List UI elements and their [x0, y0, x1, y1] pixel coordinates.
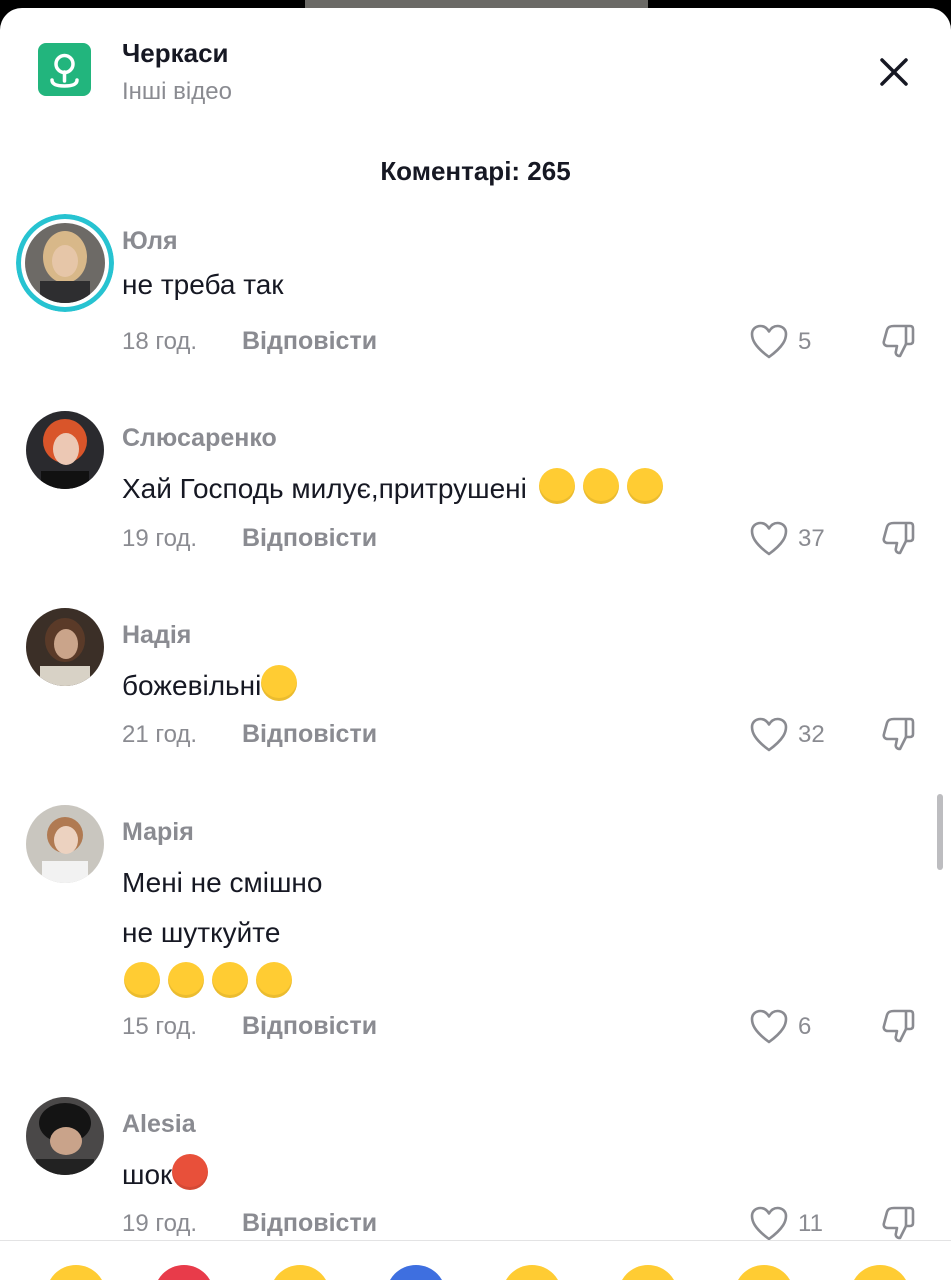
reply-button[interactable]: Відповісти — [242, 720, 377, 749]
thumbs-down-icon[interactable] — [880, 1007, 918, 1045]
emoji-button[interactable] — [502, 1265, 562, 1280]
avatar[interactable] — [26, 805, 104, 883]
flushed-face-emoji — [582, 468, 619, 504]
thumbs-down-icon[interactable] — [880, 519, 918, 557]
flushed-face-emoji — [538, 468, 575, 504]
location-header[interactable]: Черкаси Інші відео — [0, 8, 951, 128]
like-count: 37 — [798, 525, 825, 552]
scrollbar[interactable] — [937, 794, 943, 870]
like-count: 5 — [798, 328, 812, 355]
thumbs-down-icon[interactable] — [880, 715, 918, 753]
like-count: 11 — [798, 1210, 823, 1237]
comment-time: 15 год. — [122, 1013, 198, 1040]
crying-face-emoji — [212, 962, 248, 998]
emoji-button[interactable] — [734, 1265, 794, 1280]
heart-icon[interactable] — [750, 1009, 788, 1045]
comment-text: не треба так — [122, 269, 284, 300]
reply-button[interactable]: Відповісти — [242, 327, 377, 356]
reply-button[interactable]: Відповісти — [242, 1012, 377, 1041]
location-subtitle[interactable]: Інші відео — [122, 78, 232, 106]
comment-username[interactable]: Марія — [122, 818, 194, 847]
comment-username[interactable]: Надія — [122, 621, 191, 650]
quick-emoji-bar — [0, 1240, 951, 1280]
like-count: 6 — [798, 1013, 812, 1040]
smirking-face-emoji — [261, 665, 298, 701]
comment-text: божевільні — [122, 661, 298, 711]
crying-face-emoji — [168, 962, 204, 998]
heart-icon[interactable] — [750, 521, 788, 557]
comment-time: 21 год. — [122, 721, 198, 748]
comment-time: 19 год. — [122, 1210, 198, 1237]
red-heart-emoji[interactable] — [154, 1265, 214, 1280]
comment-text: Мені не смішно не шуткуйте — [122, 858, 322, 1008]
reply-button[interactable]: Відповісти — [242, 524, 377, 553]
comment-text-line: Мені не смішно — [122, 867, 323, 898]
comments-count-title: Коментарі: 265 — [380, 156, 571, 186]
flushed-face-emoji — [626, 468, 663, 504]
thumbs-down-icon[interactable] — [880, 322, 918, 360]
comment-text-line: не шуткуйте — [122, 917, 281, 948]
emoji-button[interactable] — [270, 1265, 330, 1280]
comment-text: Хай Господь милує,притрушені — [122, 464, 663, 514]
comments-sheet: Черкаси Інші відео Коментарі: 265 Юля не — [0, 8, 951, 1280]
location-pin-icon — [38, 43, 91, 96]
comment-time: 19 год. — [122, 525, 198, 552]
comment-username[interactable]: Слюсаренко — [122, 424, 277, 453]
angry-face-emoji — [172, 1154, 209, 1190]
comment-username[interactable]: Alesia — [122, 1110, 196, 1139]
emoji-button[interactable] — [618, 1265, 678, 1280]
location-title[interactable]: Черкаси — [122, 38, 229, 69]
thumbs-down-icon[interactable] — [880, 1204, 918, 1242]
crying-face-emoji — [124, 962, 160, 998]
smiling-hearts-emoji[interactable] — [46, 1265, 106, 1280]
like-count: 32 — [798, 721, 825, 748]
emoji-button[interactable] — [386, 1265, 446, 1280]
comment-username[interactable]: Юля — [122, 227, 178, 256]
comment-time: 18 год. — [122, 328, 198, 355]
comment-text: шок — [122, 1150, 209, 1200]
avatar[interactable] — [26, 608, 104, 686]
reply-button[interactable]: Відповісти — [242, 1209, 377, 1238]
avatar[interactable] — [26, 411, 104, 489]
close-icon[interactable] — [870, 48, 918, 96]
crying-face-emoji — [256, 962, 292, 998]
emoji-button[interactable] — [850, 1265, 910, 1280]
heart-icon[interactable] — [750, 1206, 788, 1242]
heart-icon[interactable] — [750, 717, 788, 753]
avatar-with-story-ring[interactable] — [16, 214, 114, 312]
avatar[interactable] — [26, 1097, 104, 1175]
heart-icon[interactable] — [750, 324, 788, 360]
comment-emoji-line — [122, 958, 322, 1008]
